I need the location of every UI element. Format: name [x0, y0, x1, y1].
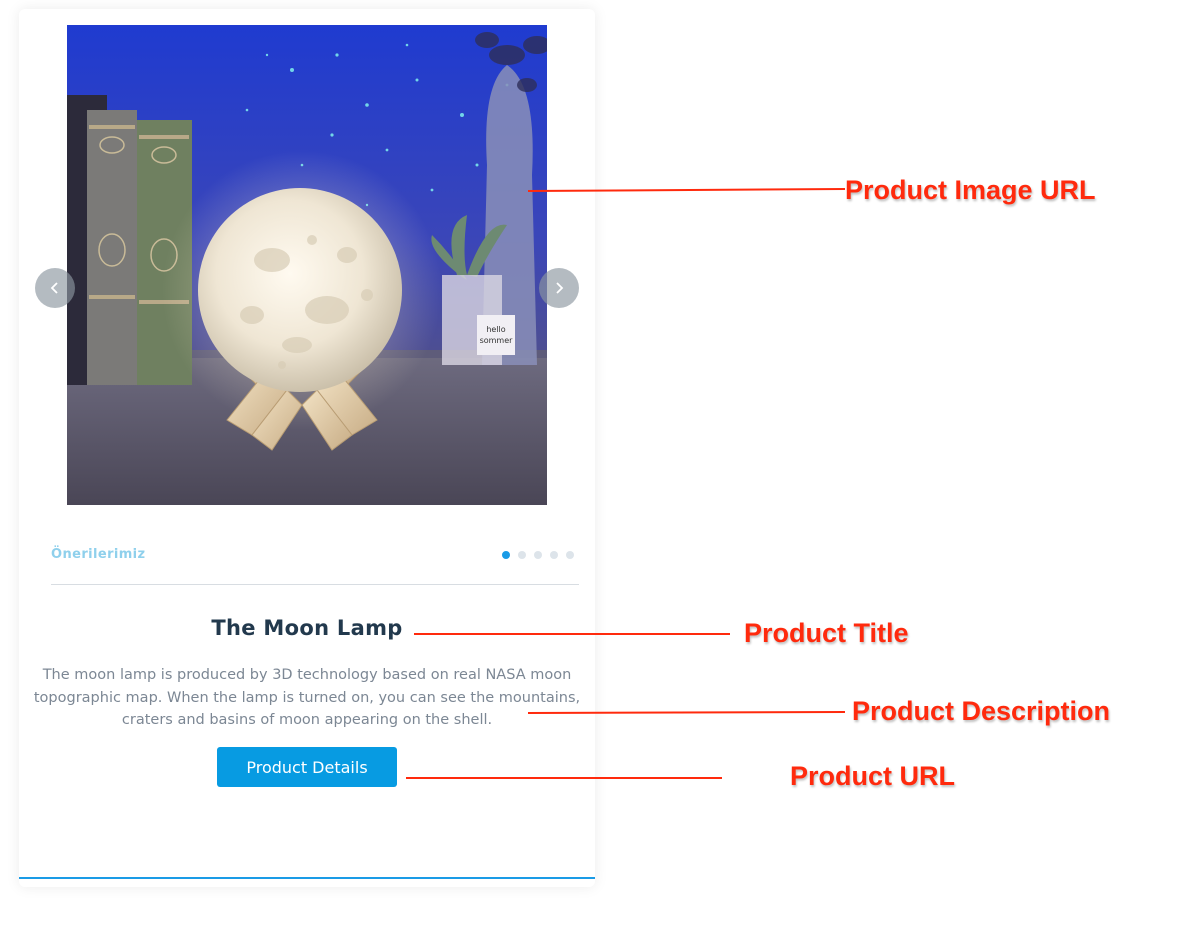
divider	[51, 584, 579, 585]
svg-text:hello: hello	[486, 325, 505, 334]
section-label: Önerilerimiz	[51, 547, 146, 562]
product-image[interactable]: hello sommer	[67, 25, 547, 505]
chevron-left-icon	[50, 282, 58, 294]
annotation-image-url: Product Image URL	[845, 175, 1096, 205]
pagination-dot[interactable]	[566, 551, 574, 559]
carousel-prev-button[interactable]	[35, 268, 75, 308]
pagination-dot[interactable]	[550, 551, 558, 559]
pagination-dot[interactable]	[502, 551, 510, 559]
annotation-title: Product Title	[744, 618, 909, 648]
chevron-right-icon	[556, 282, 564, 294]
card-bottom-accent	[19, 877, 595, 879]
pagination-dot[interactable]	[534, 551, 542, 559]
svg-text:sommer: sommer	[480, 336, 514, 345]
pagination-dot[interactable]	[518, 551, 526, 559]
product-title: The Moon Lamp	[211, 616, 403, 640]
product-description: The moon lamp is produced by 3D technolo…	[33, 667, 581, 728]
moon-lamp-photo: hello sommer	[67, 25, 547, 505]
carousel-pagination	[502, 551, 574, 559]
product-card: hello sommer Önerilerimiz The Moon Lamp …	[19, 9, 595, 887]
carousel-next-button[interactable]	[539, 268, 579, 308]
product-details-button[interactable]: Product Details	[217, 747, 397, 787]
annotation-description: Product Description	[852, 696, 1111, 726]
annotation-url: Product URL	[790, 761, 955, 791]
